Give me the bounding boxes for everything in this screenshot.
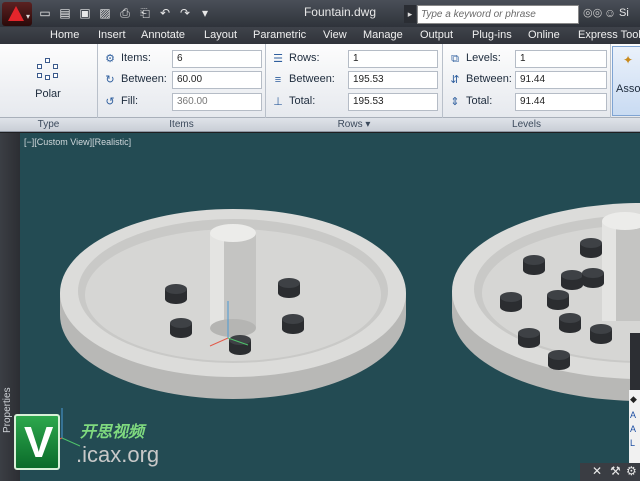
tab-view[interactable]: View xyxy=(323,27,347,44)
polar-array-icon xyxy=(37,58,59,80)
redo-icon[interactable]: ↷ xyxy=(176,4,194,22)
tab-express-tools[interactable]: Express Tools xyxy=(578,27,640,44)
tab-online[interactable]: Online xyxy=(528,27,560,44)
wrench-icon[interactable]: ⚒ xyxy=(610,464,621,478)
customize-dropdown-icon[interactable]: ▾ xyxy=(196,4,214,22)
associative-button[interactable]: ✦ Asso xyxy=(612,46,640,116)
palette-titlebar-tools: ✕ ⚒ ⚙ xyxy=(580,463,640,481)
items-icon: ⚙ xyxy=(105,53,115,65)
items-fill-row: ↺ Fill: 360.00 xyxy=(103,93,263,111)
rows-between-row: ≡ Between: 195.53 xyxy=(271,71,439,89)
items-between-input[interactable]: 60.00 xyxy=(172,71,262,89)
left-fountain xyxy=(60,209,406,399)
watermark-url-text: .icax.org xyxy=(76,442,160,467)
levels-label: Levels: xyxy=(466,52,501,64)
rows-label: Rows: xyxy=(289,52,320,64)
levels-between-row: ⇵ Between: 91.44 xyxy=(448,71,610,89)
levels-count-row: ⧉ Levels: 1 xyxy=(448,50,610,68)
properties-label: Properties xyxy=(2,387,13,433)
between-label: Between: xyxy=(466,73,512,85)
rows-total-input[interactable]: 195.53 xyxy=(348,93,438,111)
total-label: Total: xyxy=(466,95,493,107)
chevron-down-icon: ▾ xyxy=(365,119,371,130)
levels-between-input[interactable]: 91.44 xyxy=(515,71,607,89)
undo-icon[interactable]: ↶ xyxy=(156,4,174,22)
plot-preview-icon[interactable]: ⎙ xyxy=(116,4,134,22)
tab-manage[interactable]: Manage xyxy=(363,27,403,44)
type-panel-label: Type xyxy=(37,119,60,130)
associative-icon: ✦ xyxy=(623,53,634,67)
save-as-icon[interactable]: ▨ xyxy=(96,4,114,22)
document-title: Fountain.dwg xyxy=(303,5,377,19)
tab-parametric[interactable]: Parametric xyxy=(253,27,306,44)
ribbon-tabs: Home Insert Annotate Layout Parametric V… xyxy=(0,27,640,44)
tab-plug-ins[interactable]: Plug-ins xyxy=(472,27,512,44)
between-label: Between: xyxy=(289,73,335,85)
total-label: Total: xyxy=(289,95,316,107)
fill-angle-icon: ↺ xyxy=(105,96,115,108)
levels-icon: ⧉ xyxy=(451,53,459,65)
rows-count-input[interactable]: 1 xyxy=(348,50,438,68)
watermark-chinese-text: 开思视频 xyxy=(80,424,145,441)
rows-panel-label[interactable]: Rows ▾ xyxy=(266,118,442,132)
palette-item-icon: A xyxy=(630,410,637,420)
user-icon[interactable]: ☺ xyxy=(603,6,617,22)
print-icon[interactable]: ⎗ xyxy=(136,4,154,22)
levels-total-row: ⇕ Total: 91.44 xyxy=(448,93,610,111)
viewport-controls-label[interactable]: [−][Custom View][Realistic] xyxy=(24,137,131,147)
angle-between-icon: ↻ xyxy=(105,74,115,86)
quick-access-toolbar: ▭ ▤ ▣ ▨ ⎙ ⎗ ↶ ↷ ▾ xyxy=(36,4,214,24)
associative-label: Asso xyxy=(616,83,640,95)
palette-item-icon: ◆ xyxy=(630,394,637,404)
rows-icon: ☰ xyxy=(273,53,283,65)
autocad-logo-icon xyxy=(8,6,24,21)
application-menu-button[interactable]: ▾ xyxy=(2,2,32,26)
close-icon[interactable]: ✕ xyxy=(592,464,602,478)
palette-properties-icon[interactable]: ⚙ xyxy=(626,464,637,478)
items-between-row: ↻ Between: 60.00 xyxy=(103,71,263,89)
tab-insert[interactable]: Insert xyxy=(98,27,126,44)
ribbon-panel-labels: Type Items Rows ▾ Levels xyxy=(0,118,640,132)
watermark-v-icon: V xyxy=(24,418,54,467)
items-fill-input[interactable]: 360.00 xyxy=(172,93,262,111)
rows-count-row: ☰ Rows: 1 xyxy=(271,50,439,68)
polar-label: Polar xyxy=(35,88,61,100)
items-panel-label: Items xyxy=(169,119,194,130)
levels-total-icon: ⇕ xyxy=(450,96,460,108)
palette-item-icon: A xyxy=(630,424,637,434)
palette-item-icon: L xyxy=(630,438,636,448)
tab-layout[interactable]: Layout xyxy=(204,27,237,44)
rows-between-input[interactable]: 195.53 xyxy=(348,71,438,89)
binoculars-icon[interactable]: ◎◎ xyxy=(583,6,602,22)
levels-count-input[interactable]: 1 xyxy=(515,50,607,68)
new-file-icon[interactable]: ▭ xyxy=(36,4,54,22)
rows-between-icon: ≡ xyxy=(274,74,282,86)
chevron-down-icon: ▾ xyxy=(25,12,30,21)
items-count-row: ⚙ Items: 6 xyxy=(103,50,263,68)
rows-panel-label-text: Rows xyxy=(337,119,363,130)
title-bar: ▾ ▭ ▤ ▣ ▨ ⎙ ⎗ ↶ ↷ ▾ Fountain.dwg ▸ Type … xyxy=(0,0,640,27)
rows-total-icon: ⊥ xyxy=(273,96,283,108)
levels-panel-label: Levels xyxy=(512,119,541,130)
open-folder-icon[interactable]: ▤ xyxy=(56,4,74,22)
search-expand-icon[interactable]: ▸ xyxy=(404,5,416,23)
fill-label: Fill: xyxy=(121,95,139,107)
tab-annotate[interactable]: Annotate xyxy=(141,27,185,44)
save-icon[interactable]: ▣ xyxy=(76,4,94,22)
items-count-input[interactable]: 6 xyxy=(172,50,262,68)
levels-total-input[interactable]: 91.44 xyxy=(515,93,607,111)
items-label: Items: xyxy=(121,52,151,64)
search-input[interactable]: Type a keyword or phrase xyxy=(417,5,579,24)
between-label: Between: xyxy=(121,73,167,85)
tab-output[interactable]: Output xyxy=(420,27,453,44)
signin-label[interactable]: Si xyxy=(619,7,629,19)
levels-between-icon: ⇵ xyxy=(450,74,460,86)
polar-array-button[interactable]: Polar xyxy=(10,50,86,112)
tab-home[interactable]: Home xyxy=(50,27,79,44)
rows-total-row: ⊥ Total: 195.53 xyxy=(271,93,439,111)
right-fountain xyxy=(452,203,640,401)
watermark-logo: V xyxy=(14,414,60,470)
